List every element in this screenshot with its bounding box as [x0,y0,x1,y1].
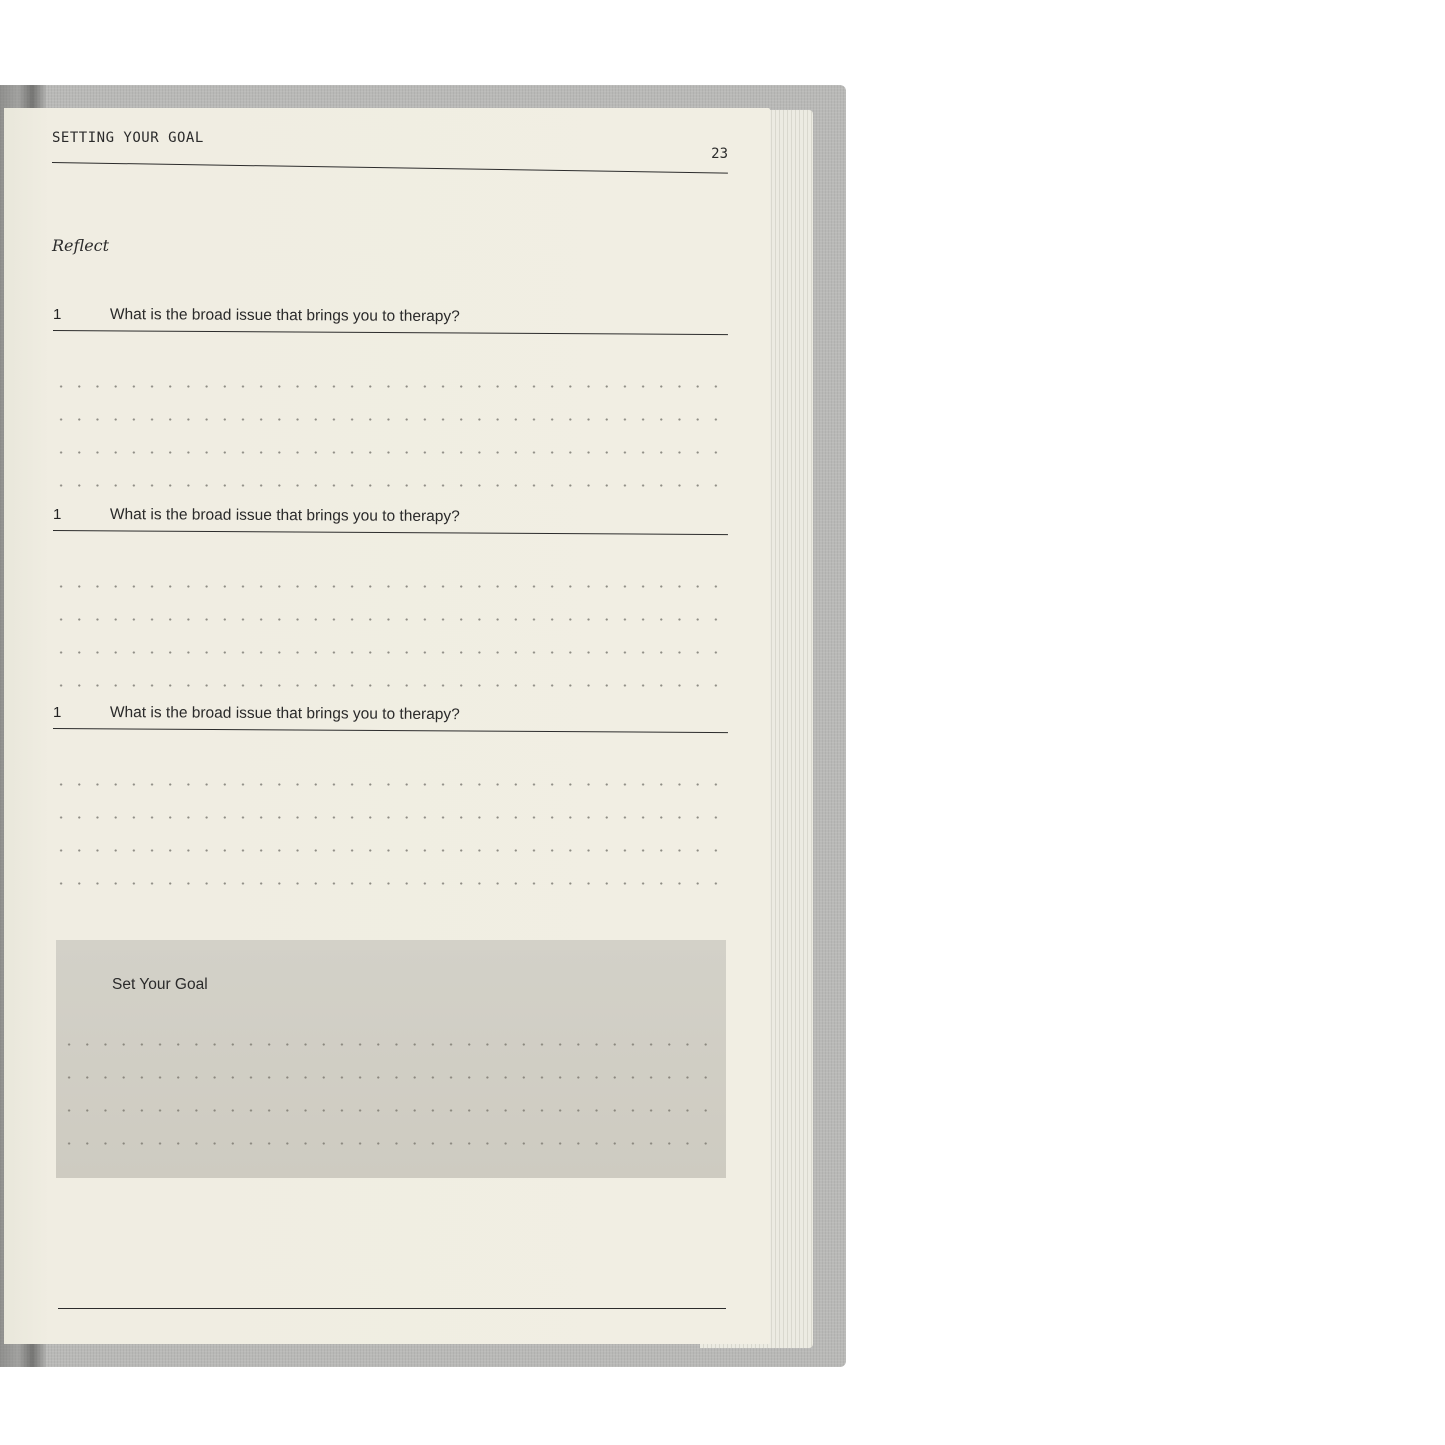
question-rule [52,728,728,734]
header-rule [51,162,728,174]
question-number: 1 [53,506,62,523]
goal-box: Set Your Goal [56,940,726,1178]
dot-grid-answer-area[interactable] [52,570,728,700]
question-text: What is the broad issue that brings you … [109,506,460,526]
question-row: 1 What is the broad issue that brings yo… [52,506,728,536]
footer-rule [58,1308,726,1309]
question-row: 1 What is the broad issue that brings yo… [52,704,728,734]
journal-page: SETTING YOUR GOAL 23 Reflect 1 What is t… [4,108,770,1344]
section-label: Reflect [52,236,110,255]
question-text: What is the broad issue that brings you … [109,306,460,326]
page-number: 23 [711,146,728,162]
goal-title: Set Your Goal [112,976,208,993]
question-number: 1 [53,306,62,323]
dot-grid-answer-area[interactable] [52,370,728,500]
question-text: What is the broad issue that brings you … [109,704,460,724]
goal-dot-grid[interactable] [60,1028,722,1148]
question-rule [52,530,728,536]
question-rule [52,330,728,336]
question-row: 1 What is the broad issue that brings yo… [52,306,728,336]
running-head: SETTING YOUR GOAL [52,130,204,146]
question-number: 1 [53,704,62,721]
dot-grid-answer-area[interactable] [52,768,728,898]
